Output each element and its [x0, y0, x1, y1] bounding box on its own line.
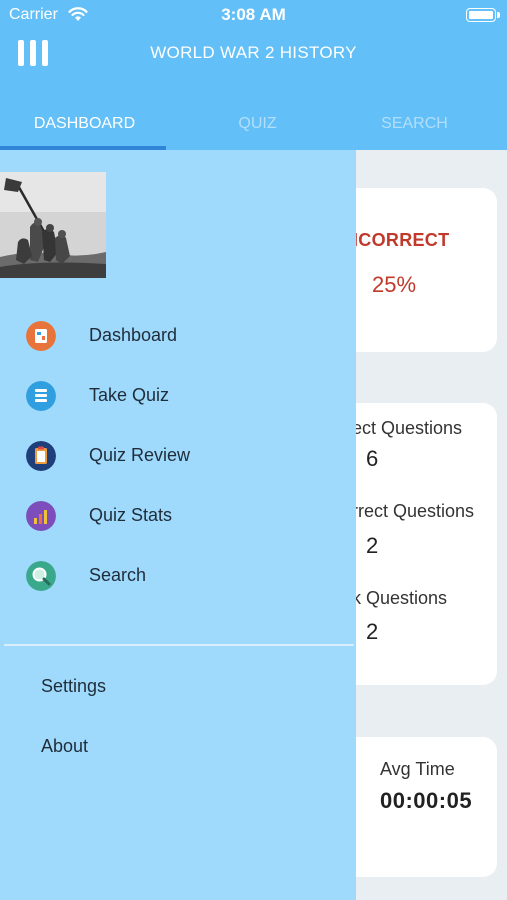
drawer-divider — [4, 644, 354, 646]
avg-time-value: 00:00:05 — [380, 788, 473, 813]
take-quiz-icon — [26, 381, 56, 411]
quiz-stats-icon — [26, 501, 56, 531]
tab-search[interactable]: SEARCH — [330, 108, 499, 150]
drawer-item-take-quiz[interactable]: Take Quiz — [0, 375, 356, 423]
stat-label: rrect Questions — [352, 501, 475, 521]
stat-label: k Questions — [352, 588, 448, 608]
navigation-drawer: Dashboard Take Quiz Quiz Review Quiz Sta… — [0, 150, 356, 900]
flag-raising-photo — [0, 172, 106, 278]
drawer-item-label: Search — [89, 565, 147, 585]
tab-quiz[interactable]: QUIZ — [173, 108, 342, 150]
drawer-item-label: Quiz Review — [89, 445, 191, 465]
stat-label: ect Questions — [352, 418, 463, 438]
status-bar: Carrier 3:08 AM — [0, 0, 507, 30]
search-icon — [26, 561, 56, 591]
battery-icon — [466, 8, 500, 22]
stat-value: 2 — [366, 619, 379, 644]
dashboard-icon — [26, 321, 56, 351]
drawer-item-label: Quiz Stats — [89, 505, 173, 525]
drawer-item-about[interactable]: About — [41, 736, 88, 757]
page-title: WORLD WAR 2 HISTORY — [150, 43, 357, 62]
drawer-item-label: Dashboard — [89, 325, 178, 345]
tab-dashboard[interactable]: DASHBOARD — [0, 108, 169, 150]
drawer-item-dashboard[interactable]: Dashboard — [0, 315, 356, 363]
incorrect-value: 25% — [372, 272, 417, 297]
drawer-item-label: Take Quiz — [89, 385, 170, 405]
incorrect-label: ICORRECT — [353, 230, 450, 250]
drawer-item-quiz-stats[interactable]: Quiz Stats — [0, 495, 356, 543]
drawer-header-photo — [0, 172, 106, 278]
stat-value: 6 — [366, 446, 379, 471]
clock: 3:08 AM — [221, 5, 286, 24]
drawer-item-quiz-review[interactable]: Quiz Review — [0, 435, 356, 483]
tab-bar: DASHBOARD QUIZ SEARCH — [0, 108, 507, 150]
stat-value: 2 — [366, 533, 379, 558]
drawer-item-settings[interactable]: Settings — [41, 676, 106, 697]
avg-time-label: Avg Time — [380, 759, 455, 779]
app-header: Carrier 3:08 AM WORLD WAR 2 HISTORY DASH… — [0, 0, 507, 150]
quiz-review-icon — [26, 441, 56, 471]
drawer-item-search[interactable]: Search — [0, 555, 356, 603]
